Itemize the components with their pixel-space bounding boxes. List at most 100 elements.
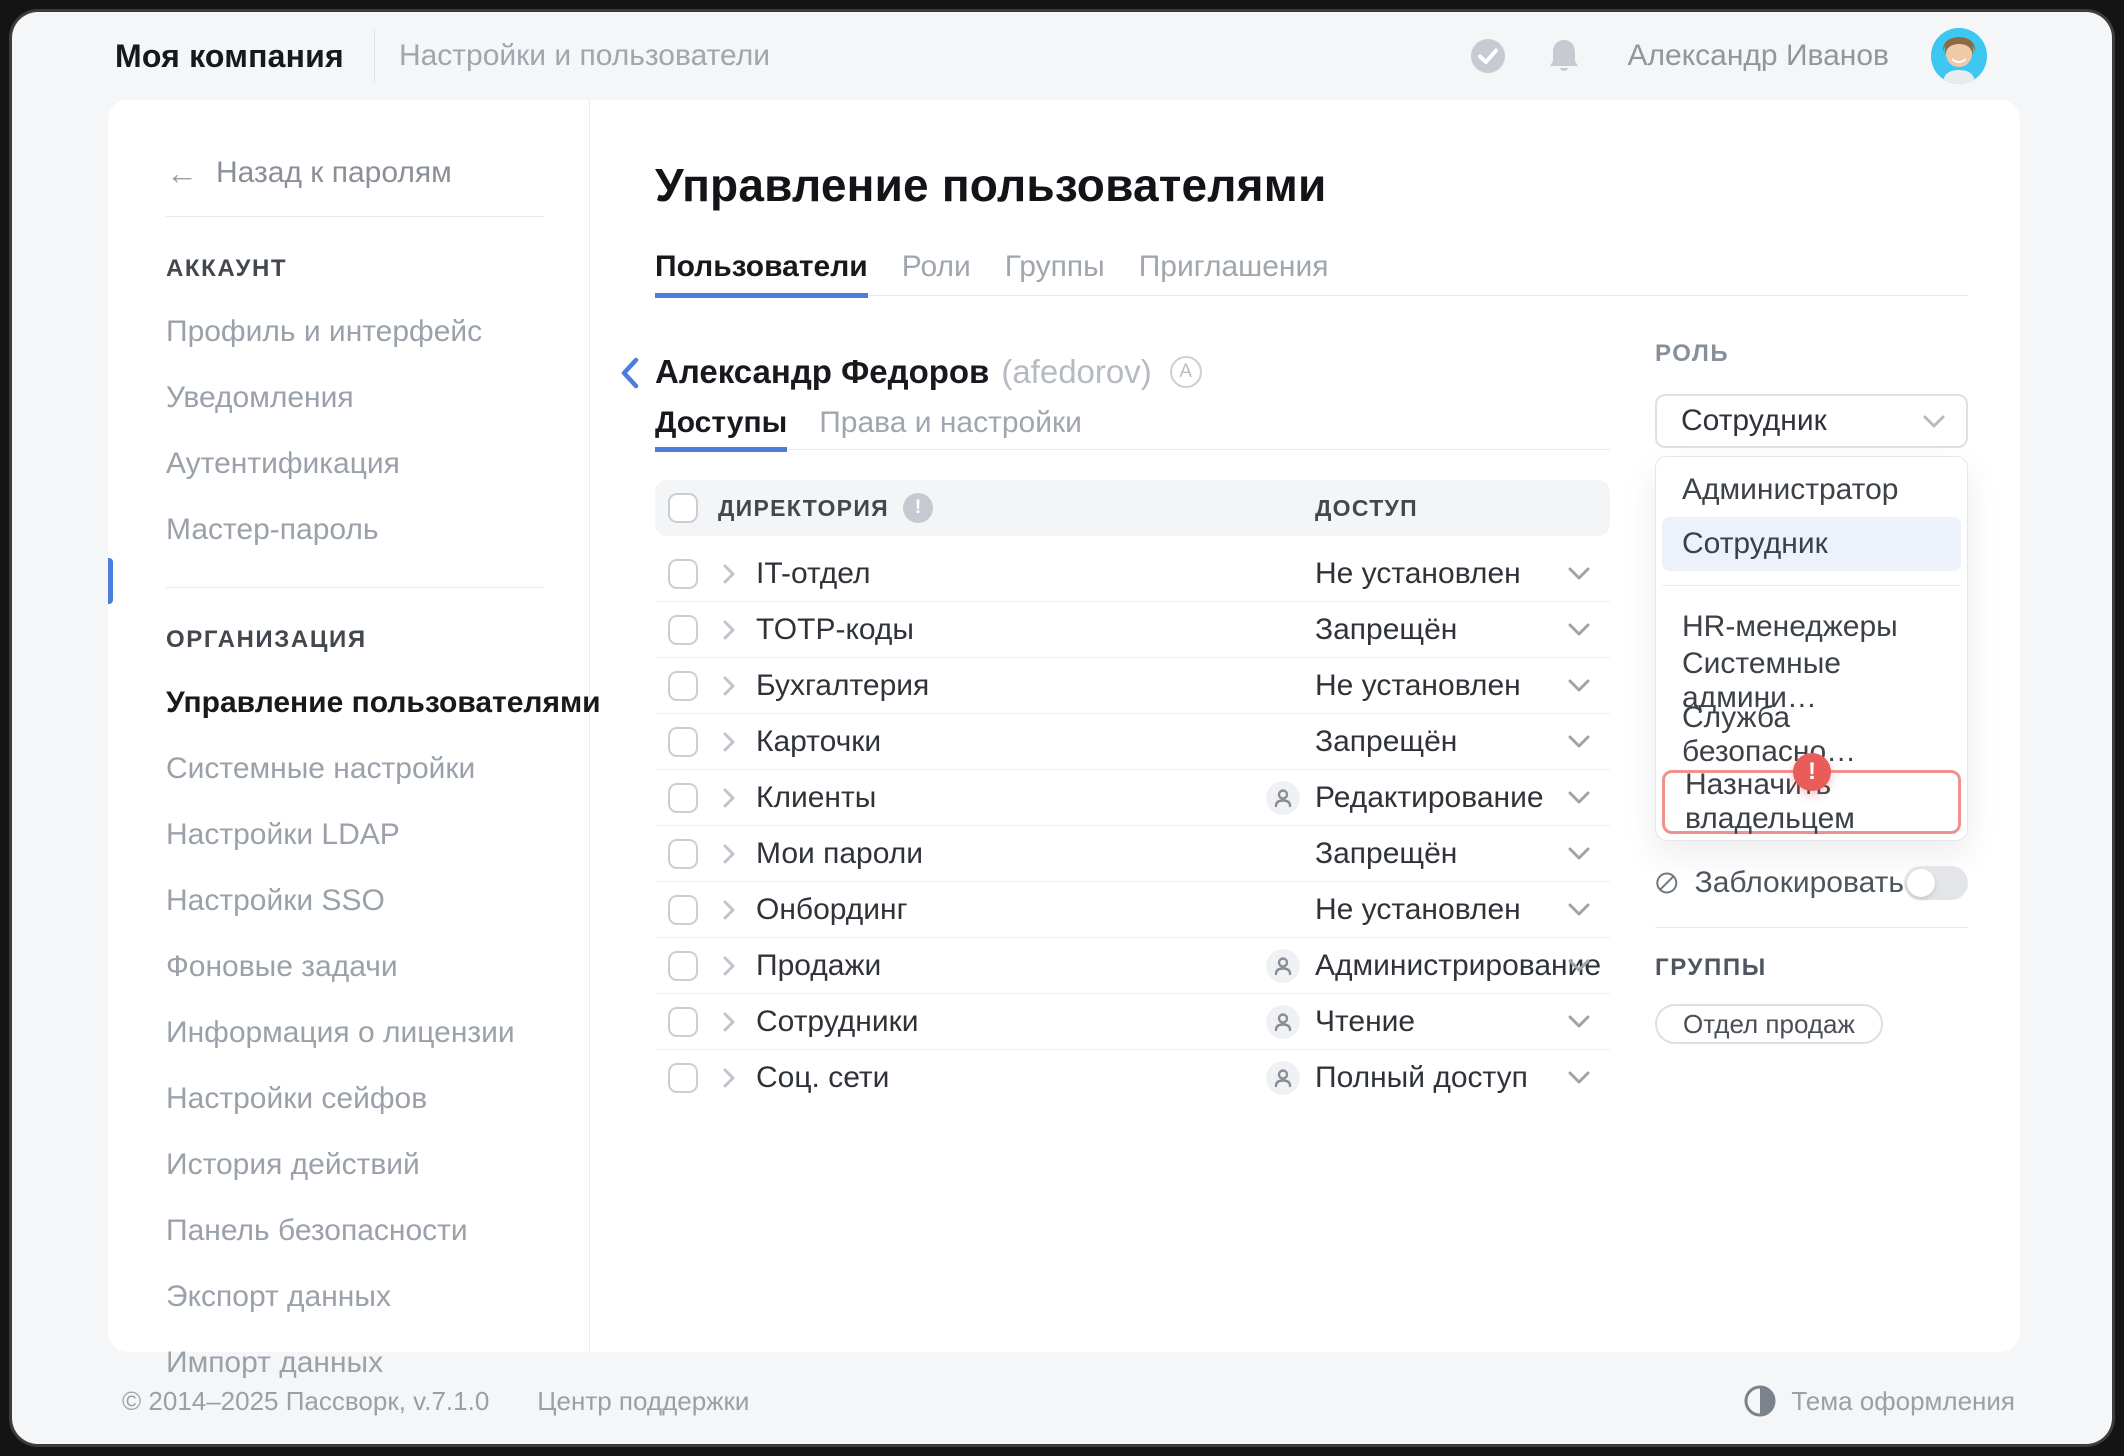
tab-users[interactable]: Пользователи [655, 250, 868, 298]
access-dropdown-trigger[interactable]: Чтение [1266, 1004, 1415, 1039]
sidebar-item-background-tasks[interactable]: Фоновые задачи [166, 950, 589, 984]
role-option-administrator[interactable]: Администратор [1662, 463, 1961, 517]
sidebar-item-vault-settings[interactable]: Настройки сейфов [166, 1082, 589, 1116]
sidebar-item-data-import[interactable]: Импорт данных [166, 1346, 589, 1380]
directory-name: IT-отдел [756, 556, 871, 590]
user-access-icon [1266, 780, 1300, 815]
table-row[interactable]: Соц. сети Полный доступ [655, 1050, 1610, 1106]
sidebar-item-license-info[interactable]: Информация о лицензии [166, 1016, 589, 1050]
access-dropdown-trigger[interactable]: Запрещён [1266, 725, 1457, 759]
chevron-down-icon[interactable] [1566, 790, 1592, 806]
chevron-down-icon[interactable] [1566, 958, 1592, 974]
info-icon[interactable]: ! [902, 493, 933, 523]
support-link[interactable]: Центр поддержки [537, 1386, 749, 1417]
chevron-down-icon[interactable] [1566, 902, 1592, 918]
expand-chevron-icon[interactable] [722, 618, 736, 642]
column-access: ДОСТУП [1315, 494, 1419, 521]
row-checkbox[interactable] [668, 838, 698, 869]
row-checkbox[interactable] [668, 894, 698, 925]
expand-chevron-icon[interactable] [722, 562, 736, 586]
row-checkbox[interactable] [668, 782, 698, 813]
expand-chevron-icon[interactable] [722, 674, 736, 698]
block-toggle[interactable] [1904, 866, 1968, 900]
access-dropdown-trigger[interactable]: Не установлен [1266, 893, 1521, 927]
group-chip[interactable]: Отдел продаж [1655, 1004, 1883, 1044]
sidebar-item-profile[interactable]: Профиль и интерфейс [166, 315, 589, 349]
theme-toggle[interactable]: Тема оформления [1743, 1384, 2015, 1418]
chevron-down-icon[interactable] [1566, 566, 1592, 582]
table-header: ДИРЕКТОРИЯ ! ДОСТУП [655, 480, 1610, 536]
table-row[interactable]: Продажи Администрирование [655, 938, 1610, 994]
chevron-down-icon[interactable] [1566, 846, 1592, 862]
role-option-system-admins[interactable]: Системные админи… [1662, 647, 1961, 714]
notifications-bell-icon[interactable] [1544, 36, 1584, 76]
row-checkbox[interactable] [668, 950, 698, 981]
sidebar-item-activity-log[interactable]: История действий [166, 1148, 589, 1182]
table-row[interactable]: IT-отдел Не установлен [655, 546, 1610, 602]
role-option-employee[interactable]: Сотрудник [1662, 517, 1961, 571]
access-dropdown-trigger[interactable]: Запрещён [1266, 837, 1457, 871]
expand-chevron-icon[interactable] [722, 954, 736, 978]
sidebar-item-data-export[interactable]: Экспорт данных [166, 1280, 589, 1314]
access-dropdown-trigger[interactable]: Администрирование [1266, 948, 1601, 983]
user-subtabs: Доступы Права и настройки [655, 406, 1610, 452]
chevron-down-icon [1923, 415, 1945, 427]
role-option-hr-managers[interactable]: HR-менеджеры [1662, 600, 1961, 654]
subtab-access[interactable]: Доступы [655, 406, 788, 452]
access-dropdown-trigger[interactable]: Редактирование [1266, 780, 1544, 815]
access-dropdown-trigger[interactable]: Полный доступ [1266, 1061, 1528, 1095]
content-card: ← Назад к паролям АККАУНТ Профиль и инте… [108, 100, 2020, 1379]
table-row[interactable]: TOTP-коды Запрещён [655, 602, 1610, 658]
row-checkbox[interactable] [668, 726, 698, 757]
table-row[interactable]: Мои пароли Запрещён [655, 826, 1610, 882]
row-checkbox[interactable] [668, 558, 698, 589]
sidebar-item-sso-settings[interactable]: Настройки SSO [166, 884, 589, 918]
back-to-passwords-link[interactable]: ← Назад к паролям [166, 156, 589, 190]
chevron-down-icon[interactable] [1566, 622, 1592, 638]
expand-chevron-icon[interactable] [722, 730, 736, 754]
tab-roles[interactable]: Роли [902, 250, 971, 295]
expand-chevron-icon[interactable] [722, 1010, 736, 1034]
sidebar-item-system-settings[interactable]: Системные настройки [166, 752, 589, 786]
role-select[interactable]: Сотрудник [1655, 394, 1968, 448]
sidebar-item-ldap-settings[interactable]: Настройки LDAP [166, 818, 589, 852]
access-dropdown-trigger[interactable]: Не установлен [1266, 669, 1521, 703]
sidebar-divider [166, 216, 544, 217]
role-selected-value: Сотрудник [1681, 404, 1827, 437]
chevron-down-icon[interactable] [1566, 734, 1592, 750]
row-checkbox[interactable] [668, 614, 698, 645]
row-checkbox[interactable] [668, 670, 698, 701]
table-row[interactable]: Онбординг Не установлен [655, 882, 1610, 938]
expand-chevron-icon[interactable] [722, 898, 736, 922]
user-avatar[interactable] [1931, 28, 1987, 84]
sidebar-item-notifications[interactable]: Уведомления [166, 381, 589, 415]
sidebar-divider [166, 587, 544, 588]
subtab-rights-settings[interactable]: Права и настройки [819, 406, 1082, 449]
table-row[interactable]: Клиенты Редактирование [655, 770, 1610, 826]
access-dropdown-trigger[interactable]: Не установлен [1266, 557, 1521, 591]
chevron-down-icon[interactable] [1566, 1070, 1592, 1086]
sync-status-icon[interactable] [1468, 36, 1508, 76]
sidebar-item-security-panel[interactable]: Панель безопасности [166, 1214, 589, 1248]
current-user-name[interactable]: Александр Иванов [1628, 39, 1889, 73]
expand-chevron-icon[interactable] [722, 786, 736, 810]
access-dropdown-trigger[interactable]: Запрещён [1266, 613, 1457, 647]
tab-invitations[interactable]: Приглашения [1139, 250, 1329, 295]
sidebar-item-authentication[interactable]: Аутентификация [166, 447, 589, 481]
sidebar-item-master-password[interactable]: Мастер-пароль [166, 513, 589, 547]
row-checkbox[interactable] [668, 1063, 698, 1093]
table-row[interactable]: Бухгалтерия Не установлен [655, 658, 1610, 714]
expand-chevron-icon[interactable] [722, 842, 736, 866]
tab-groups[interactable]: Группы [1005, 250, 1105, 295]
access-value: Не установлен [1315, 892, 1521, 926]
assign-owner-option[interactable]: ! Назначить владельцем [1662, 753, 1961, 835]
select-all-checkbox[interactable] [668, 493, 698, 523]
user-back-button[interactable] [619, 356, 641, 395]
chevron-down-icon[interactable] [1566, 1014, 1592, 1030]
sidebar-item-user-management[interactable]: Управление пользователями [166, 686, 601, 720]
row-checkbox[interactable] [668, 1006, 698, 1037]
table-row[interactable]: Карточки Запрещён [655, 714, 1610, 770]
table-row[interactable]: Сотрудники Чтение [655, 994, 1610, 1050]
chevron-down-icon[interactable] [1566, 678, 1592, 694]
expand-chevron-icon[interactable] [722, 1066, 736, 1090]
